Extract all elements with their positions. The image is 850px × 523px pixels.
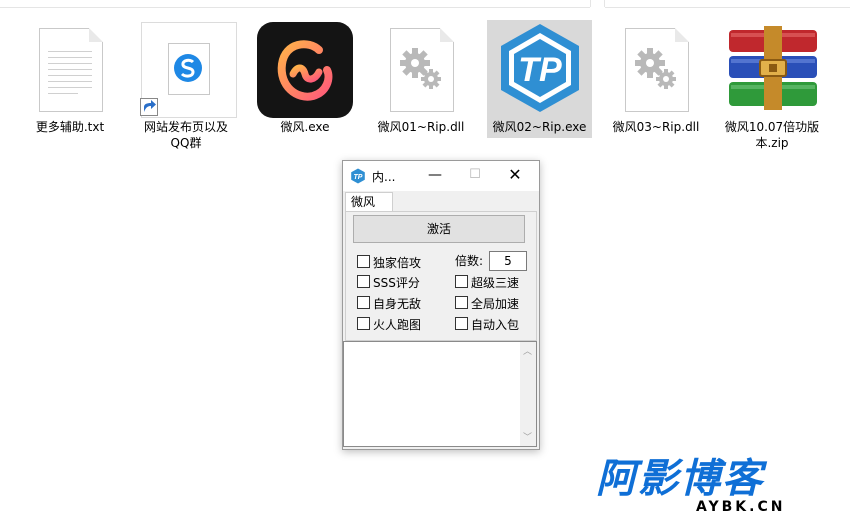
file-item-shortcut[interactable]: 网站发布页以及QQ群: [136, 20, 237, 160]
zip-archive-icon: [729, 26, 817, 110]
text-file-icon: [39, 28, 103, 112]
checkbox-box[interactable]: [357, 317, 370, 330]
activation-dialog: TP 内... — ☐ ✕ 微风 激活 独家倍攻 SSS评分 自身无敌 火人跑图…: [342, 160, 540, 450]
multiplier-label: 倍数:: [455, 254, 484, 268]
tp-app-icon: TP: [501, 24, 579, 112]
log-textarea[interactable]: ︿ ﹀: [343, 341, 537, 447]
file-item-txt[interactable]: 更多辅助.txt: [20, 20, 120, 140]
checkbox-label: 自身无敌: [373, 297, 422, 311]
file-item-zip[interactable]: 微风10.07倍功版本.zip: [722, 20, 822, 160]
dll-gear-icon: [625, 28, 689, 112]
close-button[interactable]: ✕: [495, 164, 535, 188]
file-item-dll[interactable]: 微风03~Rip.dll: [606, 20, 706, 140]
vertical-scrollbar[interactable]: ︿ ﹀: [520, 342, 536, 446]
file-name-text: 网站发布页以及QQ群: [143, 120, 228, 150]
file-item-tp-exe[interactable]: TP 微风02~Rip.exe: [487, 20, 592, 140]
checkbox-fire-run[interactable]: 火人跑图: [357, 316, 421, 334]
minimize-button[interactable]: —: [415, 164, 455, 188]
checkbox-sss-score[interactable]: SSS评分: [357, 274, 420, 292]
svg-text:TP: TP: [518, 51, 562, 89]
dll-gear-icon: [390, 28, 454, 112]
dialog-titlebar[interactable]: TP 内... — ☐ ✕: [343, 161, 539, 191]
tp-app-icon: TP: [351, 168, 365, 184]
scroll-down-icon[interactable]: ﹀: [523, 430, 532, 443]
checkbox-box[interactable]: [455, 275, 468, 288]
file-name: 微风10.07倍功版本.zip: [724, 120, 820, 150]
checkbox-box[interactable]: [357, 275, 370, 288]
checkbox-label: 全局加速: [471, 297, 520, 311]
file-name: 微风02~Rip.exe: [492, 120, 587, 134]
file-name: 微风03~Rip.dll: [612, 120, 700, 134]
checkbox-label: SSS评分: [373, 276, 420, 290]
checkbox-exclusive-multiplier[interactable]: 独家倍攻: [357, 254, 421, 272]
file-item-app[interactable]: 微风.exe: [255, 20, 355, 140]
activate-button[interactable]: 激活: [353, 215, 525, 243]
checkbox-label: 独家倍攻: [373, 256, 422, 270]
dialog-title: 内...: [372, 170, 396, 184]
multiplier-input[interactable]: 5: [489, 251, 527, 271]
file-item-dll[interactable]: 微风01~Rip.dll: [371, 20, 471, 140]
checkbox-box[interactable]: [357, 255, 370, 268]
column-divider: [590, 0, 591, 7]
file-name: 微风.exe: [280, 120, 330, 134]
checkbox-super-speed[interactable]: 超级三速: [455, 274, 519, 292]
file-name: 微风01~Rip.dll: [377, 120, 465, 134]
tab-weifeng[interactable]: 微风: [345, 192, 393, 211]
checkbox-label: 自动入包: [471, 318, 520, 332]
checkbox-box[interactable]: [455, 317, 468, 330]
scroll-up-icon[interactable]: ︿: [523, 344, 532, 357]
file-name: 网站发布页以及QQ群: [136, 119, 236, 151]
maximize-button[interactable]: ☐: [455, 164, 495, 188]
checkbox-auto-pack[interactable]: 自动入包: [455, 316, 519, 334]
app-icon: [257, 22, 353, 118]
column-header-strip: [0, 0, 590, 8]
checkbox-box[interactable]: [455, 296, 468, 309]
column-header-strip: [605, 0, 850, 8]
checkbox-label: 超级三速: [471, 276, 520, 290]
checkbox-label: 火人跑图: [373, 318, 422, 332]
watermark-logo: 阿影博客 AYBK.CN: [596, 457, 832, 517]
file-name: 更多辅助.txt: [35, 120, 105, 134]
checkbox-box[interactable]: [357, 296, 370, 309]
shortcut-arrow-icon: [140, 98, 158, 116]
checkbox-invincible[interactable]: 自身无敌: [357, 295, 421, 313]
watermark-domain: AYBK.CN: [696, 499, 786, 515]
svg-text:TP: TP: [354, 174, 363, 181]
watermark-title: 阿影博客: [596, 456, 764, 502]
checkbox-global-speed[interactable]: 全局加速: [455, 295, 519, 313]
